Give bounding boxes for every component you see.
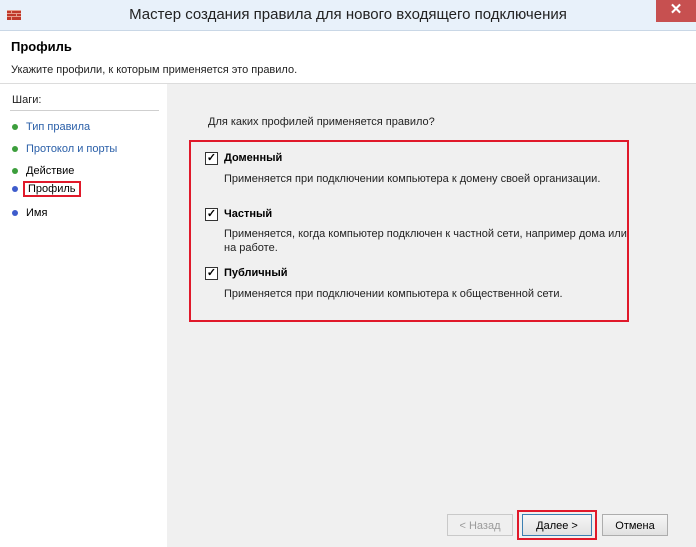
- step-pending-icon: [12, 210, 18, 216]
- steps-heading: Шаги:: [12, 94, 42, 106]
- steps-divider: [10, 110, 159, 111]
- step-current-icon: [12, 186, 18, 192]
- next-button[interactable]: Далее >: [522, 514, 592, 536]
- back-button[interactable]: < Назад: [447, 514, 513, 536]
- page-title: Профиль: [11, 39, 72, 54]
- page-description: Укажите профили, к которым применяется э…: [11, 64, 298, 76]
- domain-description: Применяется при подключении компьютера к…: [224, 173, 601, 185]
- private-label[interactable]: Частный: [224, 208, 272, 220]
- step-label: Тип правила: [26, 121, 91, 133]
- close-icon: ✕: [669, 1, 683, 18]
- step-done-icon: [12, 168, 18, 174]
- step-label: Профиль: [23, 181, 81, 197]
- public-checkbox[interactable]: ✓: [205, 267, 218, 280]
- close-button[interactable]: ✕: [656, 0, 696, 22]
- main-pane: Для каких профилей применяется правило? …: [168, 84, 696, 547]
- private-checkbox[interactable]: ✓: [205, 208, 218, 221]
- step-name[interactable]: Имя: [12, 204, 47, 222]
- profile-question: Для каких профилей применяется правило?: [208, 116, 435, 128]
- title-bar[interactable]: Мастер создания правила для нового входя…: [0, 0, 696, 31]
- private-description: Применяется, когда компьютер подключен к…: [224, 228, 627, 254]
- public-label[interactable]: Публичный: [224, 267, 287, 279]
- step-label: Действие: [26, 165, 75, 177]
- steps-pane: Шаги: Тип правила Протокол и порты Дейст…: [0, 84, 167, 547]
- step-done-icon: [12, 124, 18, 130]
- wizard-window: Мастер создания правила для нового входя…: [0, 0, 696, 547]
- page-header: Профиль Укажите профили, к которым приме…: [0, 31, 696, 84]
- step-action[interactable]: Действие: [12, 162, 74, 180]
- public-description: Применяется при подключении компьютера к…: [224, 288, 563, 300]
- step-label: Имя: [26, 207, 48, 219]
- step-profile[interactable]: Профиль: [12, 180, 81, 198]
- domain-checkbox[interactable]: ✓: [205, 152, 218, 165]
- window-title: Мастер создания правила для нового входя…: [129, 6, 567, 23]
- step-label: Протокол и порты: [26, 143, 118, 155]
- step-rule-type[interactable]: Тип правила: [12, 118, 90, 136]
- step-protocol-ports[interactable]: Протокол и порты: [12, 140, 117, 158]
- step-done-icon: [12, 146, 18, 152]
- domain-label[interactable]: Доменный: [224, 152, 282, 164]
- cancel-button[interactable]: Отмена: [602, 514, 668, 536]
